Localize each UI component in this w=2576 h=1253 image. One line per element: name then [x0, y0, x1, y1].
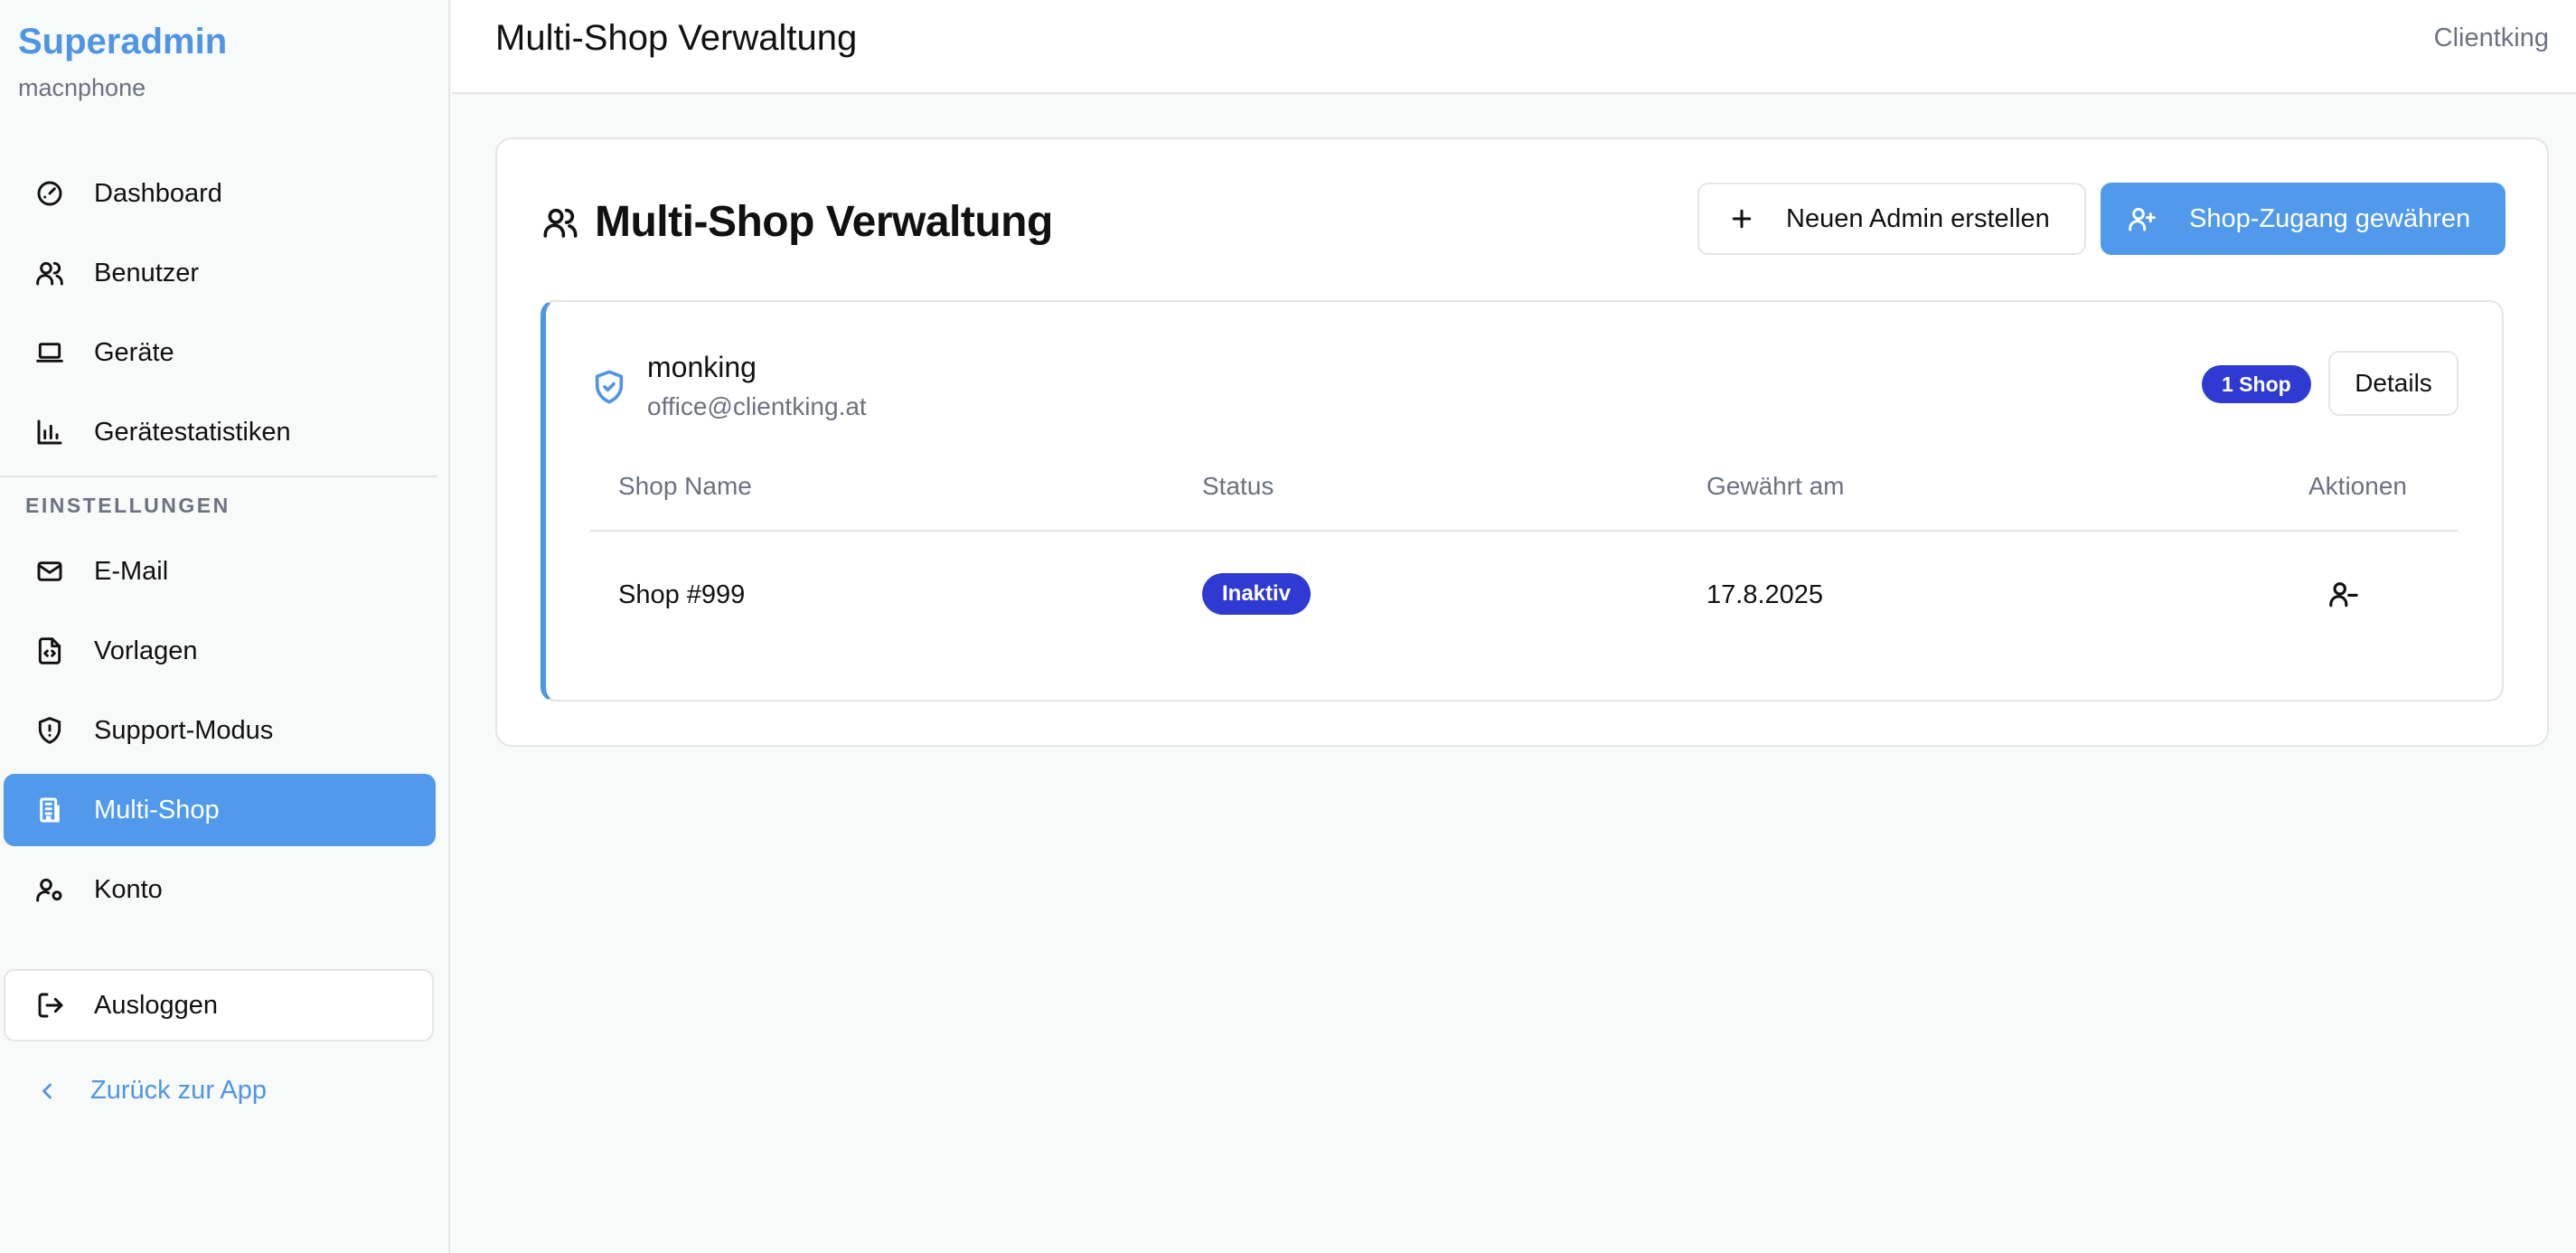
shield-alert-icon [34, 715, 65, 746]
shop-count-badge: 1 Shop [2202, 365, 2311, 403]
card-title: Multi-Shop Verwaltung [542, 197, 1053, 247]
top-bar: Multi-Shop Verwaltung Clientking [452, 0, 2576, 94]
users-icon [34, 258, 65, 288]
sidebar-item-konto[interactable]: Konto [4, 853, 436, 926]
details-button[interactable]: Details [2328, 351, 2458, 416]
plus-icon [1732, 209, 1752, 229]
sidebar-item-label: Benutzer [94, 258, 200, 287]
mail-icon [34, 556, 65, 587]
admin-card: monking office@clientking.at 1 Shop Deta… [541, 300, 2504, 702]
bar-chart-icon [34, 417, 65, 448]
sidebar-item-dashboard[interactable]: Dashboard [4, 157, 436, 230]
sidebar-item-geraetestatistiken[interactable]: Gerätestatistiken [4, 396, 436, 468]
sidebar-item-geraete[interactable]: Geräte [4, 316, 436, 389]
sidebar-item-label: Konto [94, 874, 163, 904]
new-admin-button[interactable]: Neuen Admin erstellen [1697, 183, 2086, 255]
section-label-einstellungen: EINSTELLUNGEN [25, 494, 230, 517]
admin-email: office@clientking.at [647, 392, 867, 420]
shield-check-icon [591, 369, 627, 405]
user-plus-icon [2129, 207, 2156, 231]
grant-shop-access-label: Shop-Zugang gewähren [2189, 203, 2471, 233]
table-header-divider [589, 530, 2458, 532]
status-badge: Inaktiv [1202, 573, 1312, 615]
sidebar-item-label: E-Mail [94, 556, 169, 586]
sidebar-item-label: Vorlagen [94, 636, 198, 665]
revoke-access-button[interactable] [2328, 579, 2361, 611]
new-admin-label: Neuen Admin erstellen [1786, 203, 2050, 233]
sidebar: Superadmin macnphone Dashboard Benutzer … [0, 0, 450, 1253]
sidebar-item-label: Support-Modus [94, 715, 274, 745]
page-title: Multi-Shop Verwaltung [495, 18, 858, 58]
sidebar-item-support-modus[interactable]: Support-Modus [4, 694, 436, 767]
tenant-name: macnphone [18, 74, 146, 101]
sidebar-item-email[interactable]: E-Mail [4, 535, 436, 608]
back-to-app-label: Zurück zur App [90, 1076, 268, 1105]
cell-granted-on: 17.8.2025 [1706, 580, 1824, 609]
multi-shop-card: Multi-Shop Verwaltung Neuen Admin erstel… [495, 137, 2549, 747]
sidebar-item-benutzer[interactable]: Benutzer [4, 237, 436, 309]
sidebar-divider [0, 476, 437, 477]
user-cog-icon [34, 874, 65, 905]
chevron-left-icon [42, 1083, 52, 1098]
sidebar-item-vorlagen[interactable]: Vorlagen [4, 615, 436, 687]
sidebar-item-multi-shop[interactable]: Multi-Shop [4, 774, 436, 846]
laptop-icon [34, 337, 65, 368]
cell-shop-name: Shop #999 [618, 580, 746, 609]
logout-label: Ausloggen [94, 990, 219, 1020]
brand-title: Superadmin [18, 22, 228, 61]
sidebar-item-label: Multi-Shop [94, 795, 220, 824]
grant-shop-access-button[interactable]: Shop-Zugang gewähren [2101, 183, 2505, 255]
users-icon [543, 208, 578, 238]
column-header-shop-name: Shop Name [618, 472, 752, 500]
user-minus-icon [2329, 582, 2358, 608]
logout-button[interactable]: Ausloggen [4, 969, 434, 1041]
card-title-text: Multi-Shop Verwaltung [595, 198, 1053, 246]
column-header-actions: Aktionen [2308, 472, 2407, 500]
column-header-granted-on: Gewährt am [1706, 472, 1845, 500]
back-to-app-link[interactable]: Zurück zur App [34, 1076, 267, 1106]
building-icon [34, 795, 65, 825]
user-name[interactable]: Clientking [2434, 24, 2549, 53]
sidebar-item-label: Gerätestatistiken [94, 417, 291, 447]
file-code-icon [34, 636, 65, 666]
sidebar-item-label: Dashboard [94, 178, 222, 208]
admin-name: monking [647, 351, 757, 383]
column-header-status: Status [1202, 472, 1274, 500]
gauge-icon [34, 178, 65, 209]
logout-icon [38, 993, 63, 1018]
sidebar-item-label: Geräte [94, 337, 174, 367]
